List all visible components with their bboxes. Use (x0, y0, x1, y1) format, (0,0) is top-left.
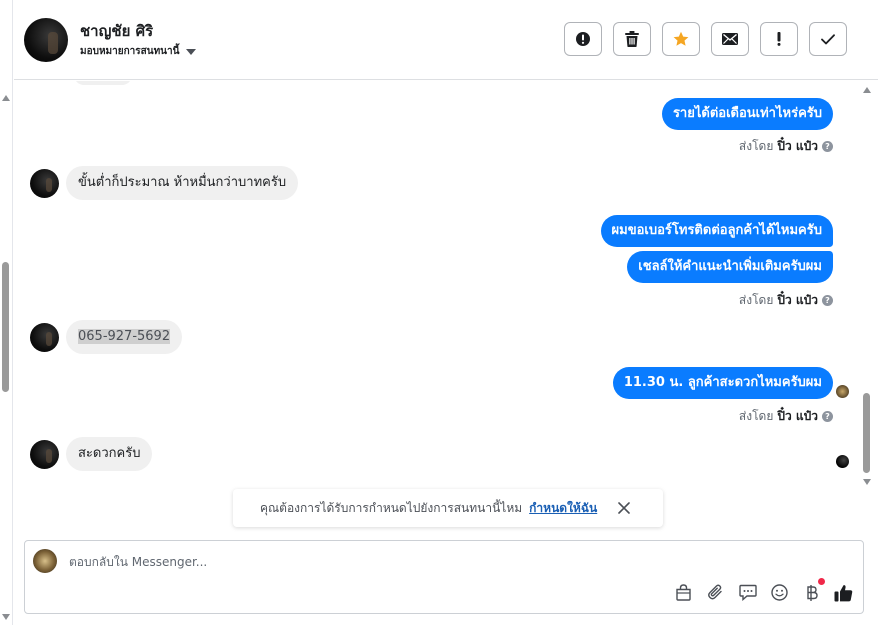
question-mark-icon[interactable]: ? (822, 295, 833, 306)
partial-message-bubble (74, 81, 132, 85)
page-scrollbar[interactable] (0, 0, 13, 625)
incoming-message-row: ขั้นต่ำก็ประมาณ ห้าหมื่นกว่าบาทครับ (30, 166, 299, 200)
conversation-header: ชาญชัย ศิริ มอบหมายการสนทนานี้ (14, 0, 878, 80)
page-avatar (33, 549, 57, 573)
sent-by-label: ส่งโดย ปิ๋ว แป๋ว ? (739, 407, 833, 426)
mark-done-button[interactable] (809, 22, 847, 56)
scroll-down-arrow[interactable] (2, 614, 10, 620)
thread-scrollbar[interactable] (860, 81, 875, 489)
header-actions (564, 22, 847, 56)
notice-text: คุณต้องการได้รับการกำหนดไปยังการสนทนานี้… (260, 500, 523, 515)
incoming-message[interactable]: 065-927-5692 (66, 320, 183, 354)
sender-name: ปิ๋ว แป๋ว (777, 293, 818, 307)
reply-input[interactable] (69, 553, 669, 571)
sent-by-label: ส่งโดย ปิ๋ว แป๋ว ? (739, 291, 833, 310)
chat-bubble-icon (738, 584, 757, 601)
emoji-icon (771, 584, 788, 601)
shopping-bag-icon (676, 584, 691, 601)
incoming-message[interactable]: สะดวกครับ (66, 437, 153, 471)
notification-dot (818, 578, 825, 585)
attach-button[interactable] (706, 583, 725, 602)
spam-button[interactable] (564, 22, 602, 56)
scrollbar-thumb[interactable] (863, 393, 870, 473)
outgoing-message[interactable]: เชลล์ให้คำแนะนำเพิ่มเติมครับผม (627, 251, 833, 283)
assign-to-me-link[interactable]: กำหนดให้ฉัน (529, 499, 597, 518)
like-button[interactable] (834, 583, 853, 602)
message-thread[interactable]: รายได้ต่อเดือนเท่าไหร่ครับ ส่งโดย ปิ๋ว แ… (14, 81, 860, 536)
sent-by-prefix: ส่งโดย (738, 409, 774, 423)
sent-by-prefix: ส่งโดย (738, 139, 774, 153)
caret-down-icon (186, 48, 197, 55)
shop-button[interactable] (674, 583, 693, 602)
emoji-button[interactable] (770, 583, 789, 602)
outgoing-message[interactable]: รายได้ต่อเดือนเท่าไหร่ครับ (661, 98, 833, 130)
reply-composer (24, 540, 864, 614)
exclamation-icon (777, 32, 781, 46)
contact-avatar-small[interactable] (30, 322, 59, 352)
saved-replies-button[interactable] (738, 583, 757, 602)
sent-by-prefix: ส่งโดย (738, 293, 774, 307)
star-icon (673, 31, 689, 46)
alert-circle-icon (576, 32, 590, 46)
contact-avatar[interactable] (24, 18, 68, 62)
envelope-icon (722, 33, 738, 45)
selected-phone-number[interactable]: 065-927-5692 (78, 329, 171, 344)
seen-receipt-avatar (836, 385, 849, 398)
outgoing-message[interactable]: ผมขอเบอร์โทรติดต่อลูกค้าได้ไหมครับ (600, 215, 833, 247)
delete-button[interactable] (613, 22, 651, 56)
mark-unread-button[interactable] (711, 22, 749, 56)
trash-icon (625, 31, 639, 47)
thumbs-up-icon (834, 584, 853, 601)
incoming-message-row: 065-927-5692 (30, 320, 183, 354)
paperclip-icon (708, 584, 722, 600)
contact-avatar-small[interactable] (30, 439, 59, 469)
question-mark-icon[interactable]: ? (822, 411, 833, 422)
check-icon (821, 33, 835, 44)
scrollbar-thumb[interactable] (2, 262, 9, 392)
star-button[interactable] (662, 22, 700, 56)
seen-receipt-avatar (836, 455, 849, 468)
assign-conversation-dropdown[interactable]: มอบหมายการสนทนานี้ (80, 44, 197, 59)
scroll-up-arrow[interactable] (2, 95, 10, 101)
contact-avatar-small[interactable] (30, 168, 59, 198)
scroll-up-arrow[interactable] (863, 87, 871, 93)
contact-name[interactable]: ชาญชัย ศิริ (80, 19, 153, 43)
assignment-notice: คุณต้องการได้รับการกำหนดไปยังการสนทนานี้… (233, 489, 663, 527)
sent-by-label: ส่งโดย ปิ๋ว แป๋ว ? (739, 137, 833, 156)
follow-up-button[interactable] (760, 22, 798, 56)
question-mark-icon[interactable]: ? (822, 141, 833, 152)
assign-label: มอบหมายการสนทนานี้ (80, 46, 180, 57)
payment-button[interactable] (802, 578, 825, 602)
composer-tools (674, 578, 853, 602)
outgoing-message[interactable]: 11.30 น. ลูกค้าสะดวกไหมครับผม (612, 367, 833, 399)
baht-icon (806, 584, 818, 601)
incoming-message[interactable]: ขั้นต่ำก็ประมาณ ห้าหมื่นกว่าบาทครับ (66, 166, 299, 200)
scroll-down-arrow[interactable] (863, 479, 871, 485)
close-icon[interactable] (616, 500, 632, 516)
sender-name: ปิ๋ว แป๋ว (777, 409, 818, 423)
sender-name: ปิ๋ว แป๋ว (777, 139, 818, 153)
incoming-message-row: สะดวกครับ (30, 437, 153, 471)
